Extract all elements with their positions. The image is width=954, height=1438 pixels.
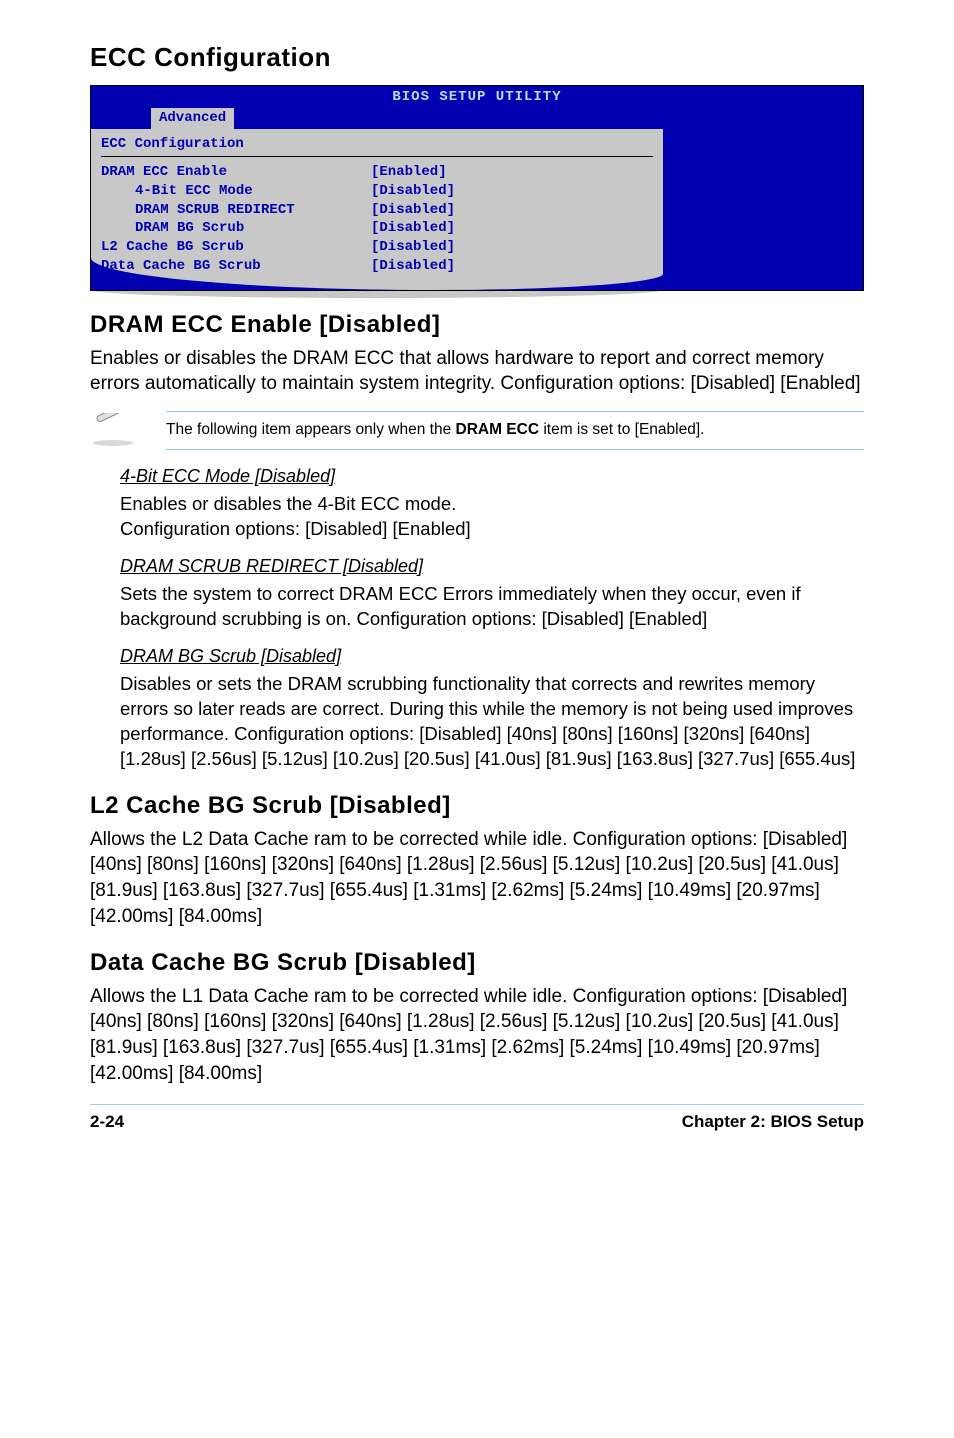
bios-row-value: [Disabled]	[371, 257, 653, 276]
note-suffix: item is set to [Enabled].	[539, 421, 704, 438]
note-row: The following item appears only when the…	[90, 411, 864, 450]
bios-row: DRAM SCRUB REDIRECT[Disabled]	[101, 201, 653, 220]
heading-ecc-configuration: ECC Configuration	[90, 40, 864, 75]
bios-panel-right	[663, 129, 863, 290]
bios-row-label: 4-Bit ECC Mode	[101, 182, 371, 201]
bios-title: BIOS SETUP UTILITY	[91, 86, 863, 109]
bios-row: DRAM ECC Enable[Enabled]	[101, 163, 653, 182]
subitem-bg-scrub-head: DRAM BG Scrub [Disabled]	[120, 644, 864, 668]
heading-dram-ecc-enable: DRAM ECC Enable [Disabled]	[90, 309, 864, 341]
subitem-scrub-redirect: DRAM SCRUB REDIRECT [Disabled] Sets the …	[90, 554, 864, 632]
note-text: The following item appears only when the…	[166, 411, 864, 450]
bios-row-label: DRAM ECC Enable	[101, 163, 371, 182]
bios-row-value: [Disabled]	[371, 182, 653, 201]
bios-row-label: L2 Cache BG Scrub	[101, 238, 371, 257]
text-dram-ecc-enable-desc: Enables or disables the DRAM ECC that al…	[90, 346, 864, 397]
bios-screenshot: BIOS SETUP UTILITY Advanced ECC Configur…	[90, 85, 864, 291]
bios-row-value: [Enabled]	[371, 163, 653, 182]
pencil-note-icon	[90, 413, 136, 447]
bios-row-label: DRAM BG Scrub	[101, 219, 371, 238]
subitem-4bit-ecc: 4-Bit ECC Mode [Disabled] Enables or dis…	[90, 464, 864, 542]
note-bold: DRAM ECC	[456, 421, 540, 438]
subitem-scrub-redirect-body: Sets the system to correct DRAM ECC Erro…	[120, 582, 864, 632]
note-prefix: The following item appears only when the	[166, 421, 456, 438]
bios-row-value: [Disabled]	[371, 219, 653, 238]
subitem-4bit-ecc-body: Enables or disables the 4-Bit ECC mode. …	[120, 492, 864, 542]
page-footer: 2-24 Chapter 2: BIOS Setup	[90, 1104, 864, 1134]
bios-row-label: Data Cache BG Scrub	[101, 257, 371, 276]
subitem-4bit-ecc-head: 4-Bit ECC Mode [Disabled]	[120, 464, 864, 488]
subitem-bg-scrub: DRAM BG Scrub [Disabled] Disables or set…	[90, 644, 864, 772]
subitem-bg-scrub-body: Disables or sets the DRAM scrubbing func…	[120, 672, 864, 772]
text-data-desc: Allows the L1 Data Cache ram to be corre…	[90, 984, 864, 1087]
bios-row: Data Cache BG Scrub[Disabled]	[101, 257, 653, 276]
bios-rows: DRAM ECC Enable[Enabled]4-Bit ECC Mode[D…	[101, 163, 653, 276]
text-l2-desc: Allows the L2 Data Cache ram to be corre…	[90, 827, 864, 930]
footer-chapter: Chapter 2: BIOS Setup	[682, 1111, 864, 1134]
subitem-scrub-redirect-head: DRAM SCRUB REDIRECT [Disabled]	[120, 554, 864, 578]
bios-panel-left: ECC Configuration DRAM ECC Enable[Enable…	[91, 129, 663, 290]
bios-row-label: DRAM SCRUB REDIRECT	[101, 201, 371, 220]
bios-row: DRAM BG Scrub[Disabled]	[101, 219, 653, 238]
heading-data-cache-bg-scrub: Data Cache BG Scrub [Disabled]	[90, 947, 864, 979]
bios-tab-advanced: Advanced	[151, 108, 234, 129]
heading-l2-cache-bg-scrub: L2 Cache BG Scrub [Disabled]	[90, 790, 864, 822]
bios-row: 4-Bit ECC Mode[Disabled]	[101, 182, 653, 201]
bios-row-value: [Disabled]	[371, 201, 653, 220]
bios-row: L2 Cache BG Scrub[Disabled]	[101, 238, 653, 257]
footer-page-number: 2-24	[90, 1111, 124, 1134]
bios-panel-title: ECC Configuration	[101, 135, 653, 157]
bios-row-value: [Disabled]	[371, 238, 653, 257]
